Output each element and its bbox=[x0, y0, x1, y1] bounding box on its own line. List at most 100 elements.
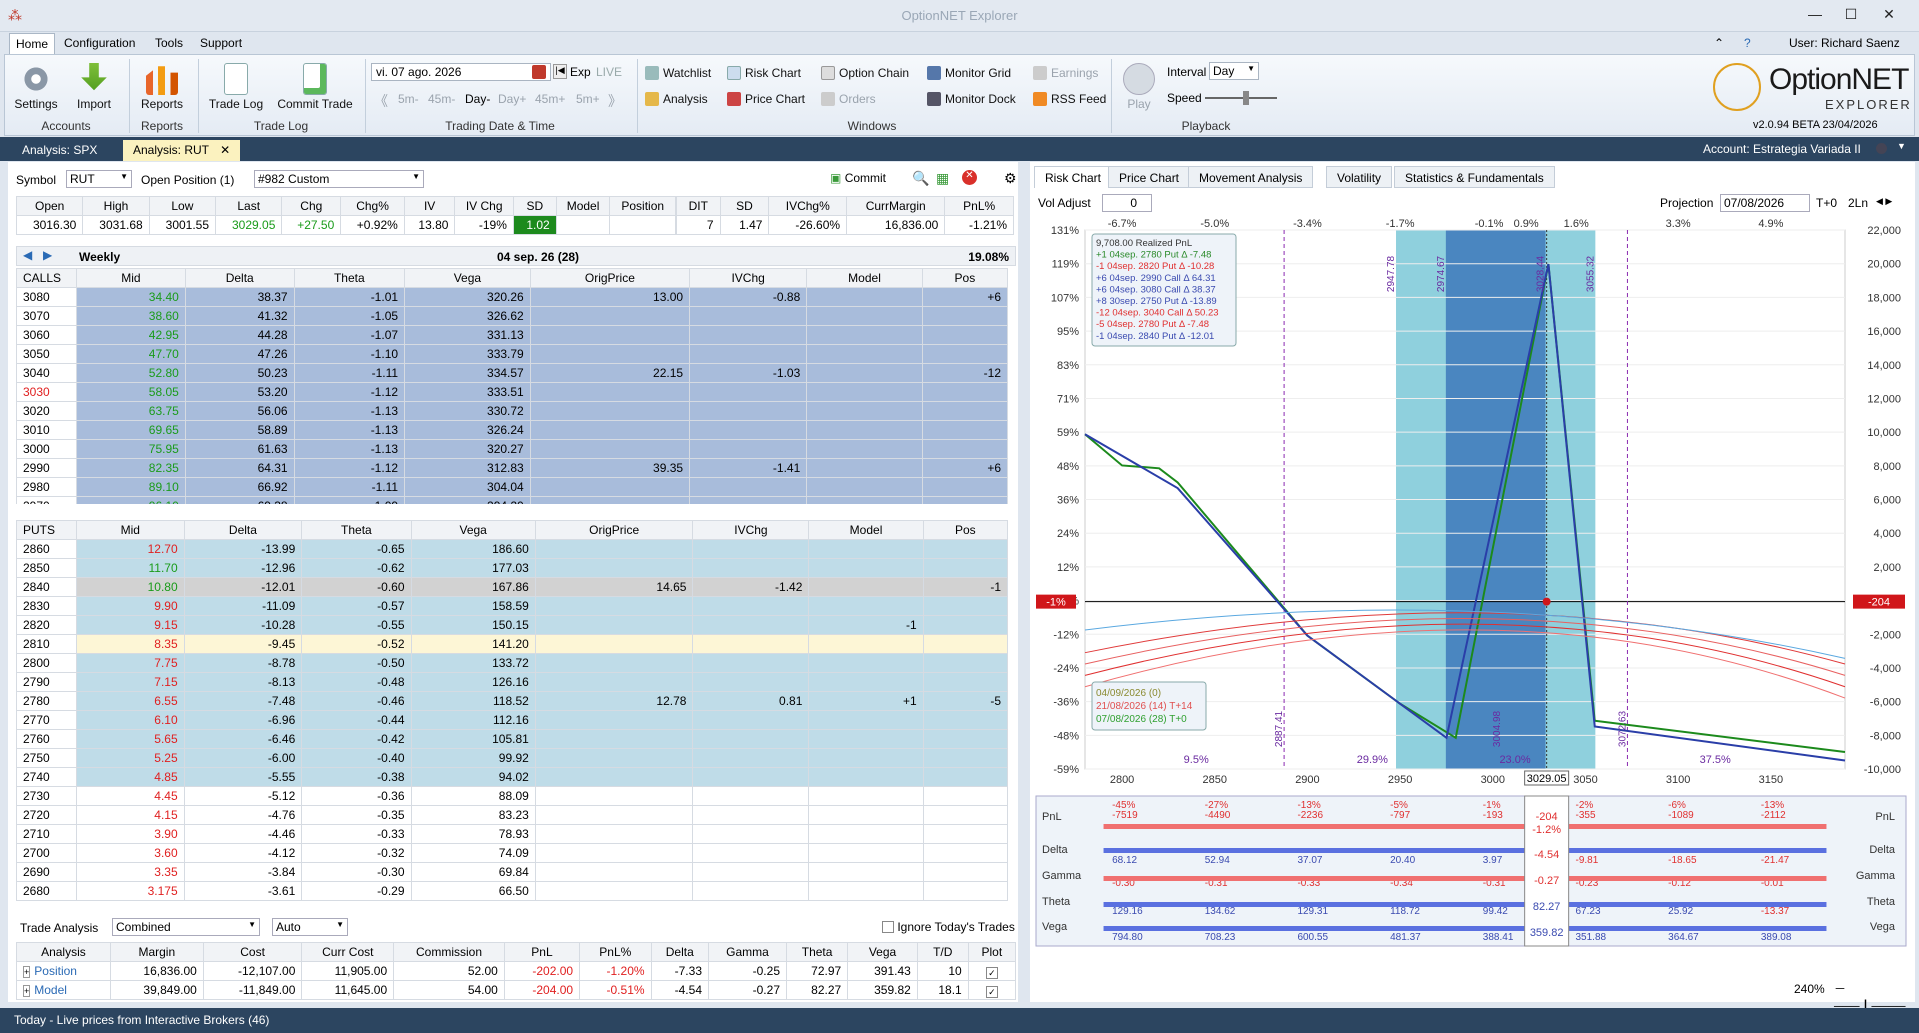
puts-cell[interactable] bbox=[692, 672, 810, 692]
puts-cell[interactable]: -5 bbox=[922, 691, 1009, 711]
calls-cell[interactable] bbox=[689, 496, 808, 504]
calls-cell[interactable]: +6 bbox=[921, 287, 1009, 307]
puts-row[interactable]: 2760 5.65 -6.46 -0.42 105.81 bbox=[16, 729, 1009, 749]
calls-cell[interactable] bbox=[689, 439, 808, 459]
step-5m-plus[interactable]: 5m+ bbox=[576, 92, 600, 106]
puts-cell[interactable] bbox=[692, 748, 810, 768]
calendar-icon[interactable] bbox=[532, 65, 546, 79]
puts-cell[interactable] bbox=[534, 862, 694, 882]
plot-checkbox[interactable]: ✓ bbox=[967, 980, 1017, 1000]
earnings-button[interactable]: Earnings bbox=[1033, 66, 1098, 80]
puts-cell[interactable] bbox=[692, 653, 810, 673]
puts-cell[interactable] bbox=[808, 653, 924, 673]
calls-cell[interactable] bbox=[806, 325, 923, 345]
calls-cell[interactable] bbox=[806, 439, 923, 459]
puts-cell[interactable] bbox=[922, 634, 1009, 654]
puts-row[interactable]: 2690 3.35 -3.84 -0.30 69.84 bbox=[16, 862, 1009, 882]
calls-cell[interactable]: 13.00 bbox=[529, 287, 691, 307]
calls-row[interactable]: 3030 58.05 53.20 -1.12 333.51 bbox=[16, 382, 1009, 402]
puts-row[interactable]: 2810 8.35 -9.45 -0.52 141.20 bbox=[16, 634, 1009, 654]
ta-cell[interactable]: + Model bbox=[16, 980, 111, 1000]
calls-cell[interactable] bbox=[921, 477, 1009, 497]
calls-cell[interactable] bbox=[806, 344, 923, 364]
puts-cell[interactable] bbox=[808, 577, 924, 597]
calls-cell[interactable] bbox=[689, 401, 808, 421]
calls-cell[interactable]: +6 bbox=[921, 458, 1009, 478]
puts-cell[interactable] bbox=[692, 786, 810, 806]
puts-cell[interactable] bbox=[534, 615, 694, 635]
t0-label[interactable]: T+0 bbox=[1816, 196, 1837, 210]
step-5m-minus[interactable]: 5m- bbox=[398, 92, 419, 106]
puts-cell[interactable] bbox=[922, 843, 1009, 863]
trade-log-button[interactable]: Trade Log bbox=[205, 63, 267, 111]
puts-row[interactable]: 2730 4.45 -5.12 -0.36 88.09 bbox=[16, 786, 1009, 806]
puts-cell[interactable] bbox=[692, 596, 810, 616]
puts-cell[interactable] bbox=[534, 843, 694, 863]
expand-icon[interactable]: + bbox=[23, 966, 31, 978]
interval-select[interactable]: Day ▼ bbox=[1209, 62, 1259, 80]
puts-cell[interactable] bbox=[922, 881, 1009, 901]
puts-cell[interactable] bbox=[922, 558, 1009, 578]
puts-cell[interactable] bbox=[808, 805, 924, 825]
calls-row[interactable]: 3070 38.60 41.32 -1.05 326.62 bbox=[16, 306, 1009, 326]
puts-cell[interactable] bbox=[692, 805, 810, 825]
puts-cell[interactable] bbox=[922, 767, 1009, 787]
puts-cell[interactable] bbox=[808, 634, 924, 654]
vol-adjust-input[interactable]: 0 bbox=[1102, 194, 1152, 212]
puts-cell[interactable] bbox=[534, 786, 694, 806]
price-chart-button[interactable]: Price Chart bbox=[727, 92, 805, 106]
puts-row[interactable]: 2850 11.70 -12.96 -0.62 177.03 bbox=[16, 558, 1009, 578]
prev-next-icon[interactable]: ◀ ▶ bbox=[1876, 196, 1892, 207]
puts-cell[interactable] bbox=[922, 596, 1009, 616]
plot-checkbox[interactable]: ✓ bbox=[967, 961, 1017, 981]
calls-cell[interactable] bbox=[921, 420, 1009, 440]
puts-cell[interactable] bbox=[808, 672, 924, 692]
symbol-select[interactable]: RUT ▼ bbox=[66, 170, 132, 188]
calls-cell[interactable] bbox=[689, 306, 808, 326]
calls-cell[interactable] bbox=[689, 325, 808, 345]
puts-cell[interactable] bbox=[922, 805, 1009, 825]
puts-cell[interactable] bbox=[922, 653, 1009, 673]
puts-cell[interactable] bbox=[808, 843, 924, 863]
puts-cell[interactable] bbox=[922, 615, 1009, 635]
calls-cell[interactable]: 39.35 bbox=[529, 458, 691, 478]
puts-row[interactable]: 2750 5.25 -6.00 -0.40 99.92 bbox=[16, 748, 1009, 768]
calls-row[interactable]: 3080 34.40 38.37 -1.01 320.26 13.00 -0.88 +6 bbox=[16, 287, 1009, 307]
speed-slider[interactable] bbox=[1205, 91, 1277, 105]
puts-cell[interactable] bbox=[534, 672, 694, 692]
puts-cell[interactable] bbox=[922, 539, 1009, 559]
calls-cell[interactable] bbox=[689, 420, 808, 440]
puts-cell[interactable] bbox=[922, 710, 1009, 730]
puts-cell[interactable] bbox=[808, 596, 924, 616]
puts-cell[interactable] bbox=[692, 539, 810, 559]
puts-cell[interactable] bbox=[922, 824, 1009, 844]
prev-expiry-icon[interactable]: ◀ bbox=[23, 248, 32, 262]
menu-support[interactable]: Support bbox=[200, 36, 242, 50]
puts-cell[interactable] bbox=[808, 767, 924, 787]
calls-cell[interactable] bbox=[921, 325, 1009, 345]
commit-trade-button[interactable]: Commit Trade bbox=[273, 63, 357, 111]
puts-cell[interactable] bbox=[534, 539, 694, 559]
puts-cell[interactable] bbox=[692, 710, 810, 730]
position-select[interactable]: #982 Custom ▼ bbox=[254, 170, 424, 188]
maximize-button[interactable]: ☐ bbox=[1836, 6, 1866, 26]
puts-cell[interactable] bbox=[692, 615, 810, 635]
calls-cell[interactable] bbox=[529, 420, 691, 440]
calls-cell[interactable] bbox=[921, 382, 1009, 402]
puts-cell[interactable] bbox=[692, 843, 810, 863]
projection-date-input[interactable]: 07/08/2026 bbox=[1720, 194, 1810, 212]
puts-row[interactable]: 2800 7.75 -8.78 -0.50 133.72 bbox=[16, 653, 1009, 673]
calls-row[interactable]: 2980 89.10 66.92 -1.11 304.04 bbox=[16, 477, 1009, 497]
play-button[interactable]: Play bbox=[1119, 63, 1159, 111]
puts-cell[interactable] bbox=[808, 539, 924, 559]
puts-cell[interactable] bbox=[534, 824, 694, 844]
calls-cell[interactable] bbox=[529, 382, 691, 402]
trading-date-input[interactable]: vi. 07 ago. 2026 bbox=[371, 63, 551, 81]
calls-cell[interactable] bbox=[689, 382, 808, 402]
puts-cell[interactable]: -1 bbox=[922, 577, 1009, 597]
step-forward-icon[interactable]: 》 bbox=[608, 91, 622, 111]
puts-cell[interactable] bbox=[534, 748, 694, 768]
calls-cell[interactable] bbox=[806, 420, 923, 440]
puts-row[interactable]: 2740 4.85 -5.55 -0.38 94.02 bbox=[16, 767, 1009, 787]
puts-cell[interactable] bbox=[692, 767, 810, 787]
